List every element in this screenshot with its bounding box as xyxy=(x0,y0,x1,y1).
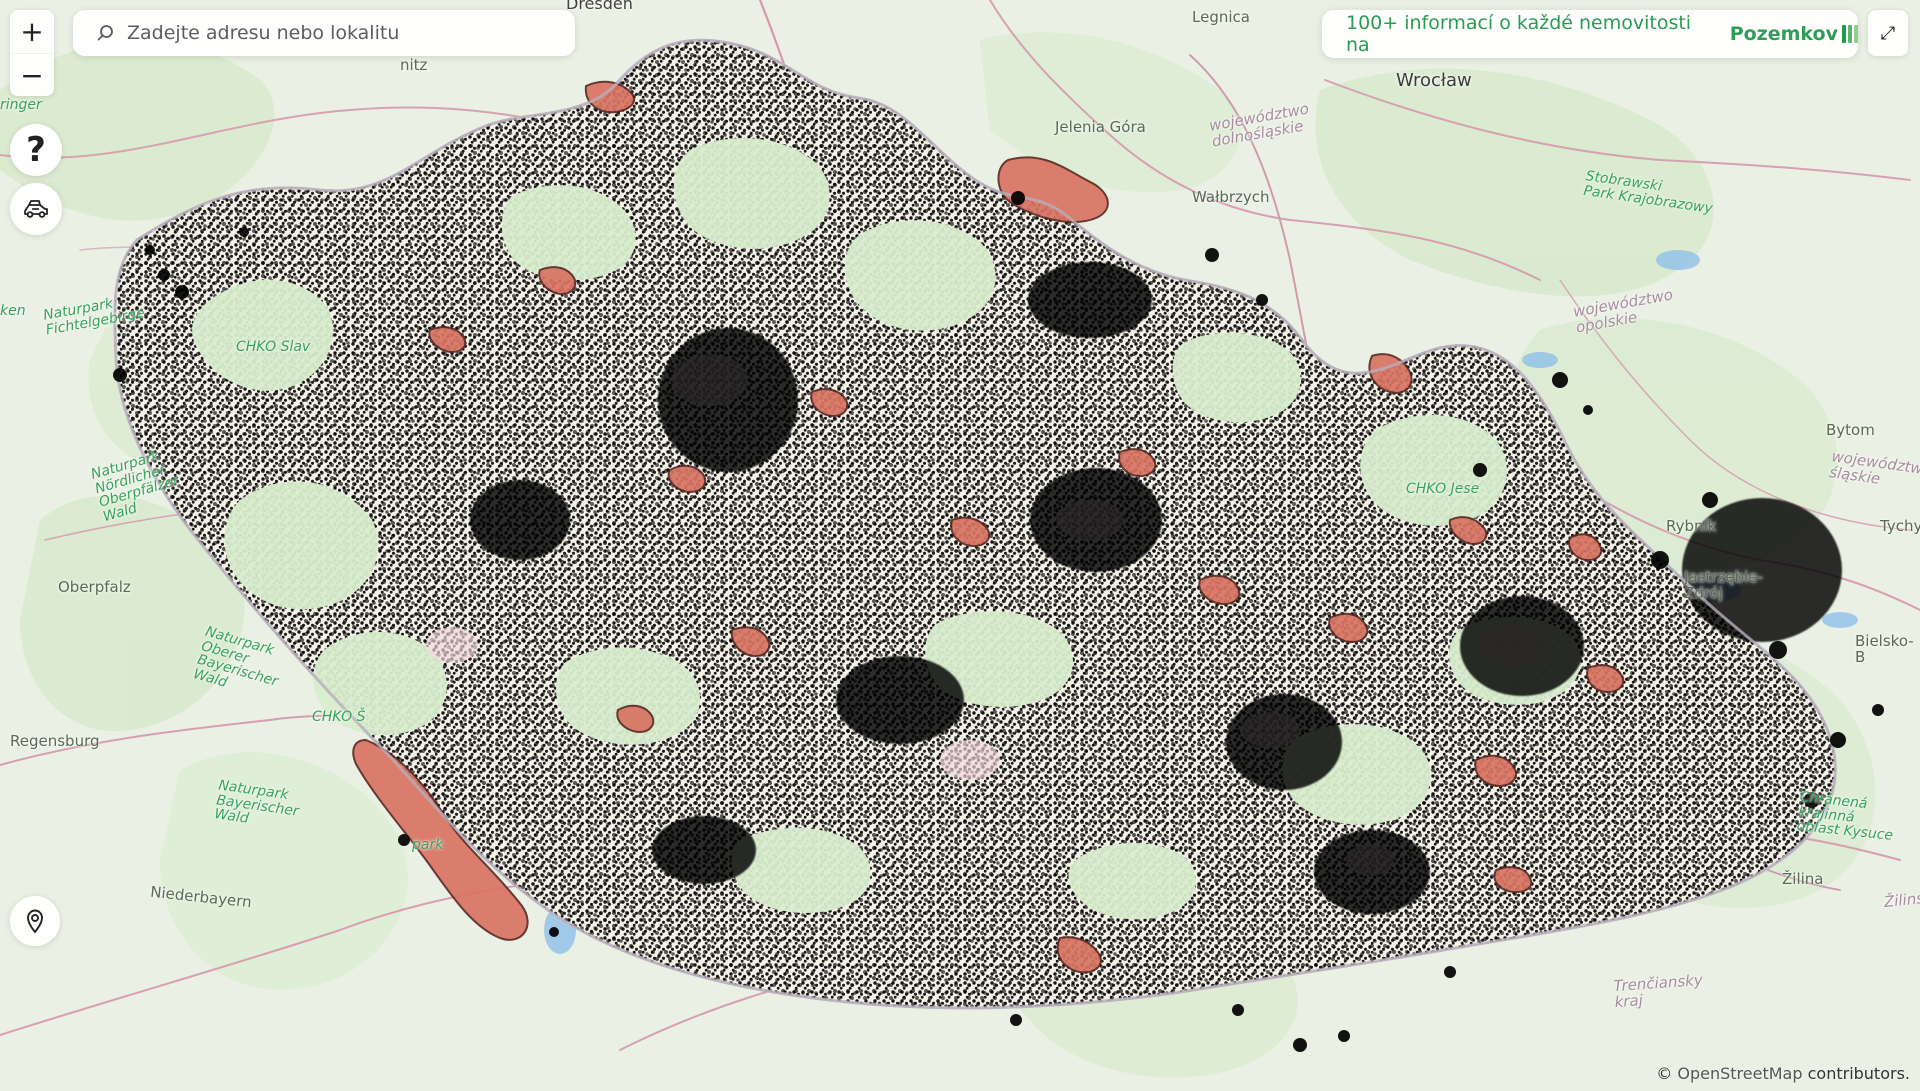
openstreetmap-link[interactable]: OpenStreetMap xyxy=(1677,1064,1802,1083)
brand-bars-icon xyxy=(1842,25,1858,43)
search-icon-svg xyxy=(97,25,113,41)
search-input[interactable] xyxy=(125,21,549,45)
location-pin-icon xyxy=(27,909,43,933)
layers-button[interactable] xyxy=(10,183,62,235)
search-icon xyxy=(95,23,115,43)
map-attribution: © OpenStreetMap contributors. xyxy=(1656,1064,1910,1083)
promo-text: 100+ informací o každé nemovitosti na xyxy=(1346,12,1692,56)
fullscreen-button[interactable]: ⤢ xyxy=(1868,10,1908,56)
zoom-out-button[interactable]: − xyxy=(10,53,54,96)
attribution-suffix: contributors. xyxy=(1807,1064,1910,1083)
map-view[interactable]: Dresden Legnica Wrocław Jelenia Góra woj… xyxy=(0,0,1920,1091)
map-canvas xyxy=(0,0,1920,1091)
promo-brand: Pozemkov xyxy=(1730,23,1858,45)
search-bar[interactable] xyxy=(73,10,575,56)
help-button[interactable]: ? xyxy=(10,124,62,176)
zoom-controls: + − xyxy=(10,10,54,96)
promo-banner[interactable]: 100+ informací o každé nemovitosti na Po… xyxy=(1322,10,1858,58)
vehicle-icon xyxy=(24,200,48,218)
promo-brand-text: Pozemkov xyxy=(1729,23,1838,45)
copyright-symbol: © xyxy=(1656,1064,1673,1083)
location-button[interactable] xyxy=(10,896,60,946)
zoom-in-button[interactable]: + xyxy=(10,10,54,53)
